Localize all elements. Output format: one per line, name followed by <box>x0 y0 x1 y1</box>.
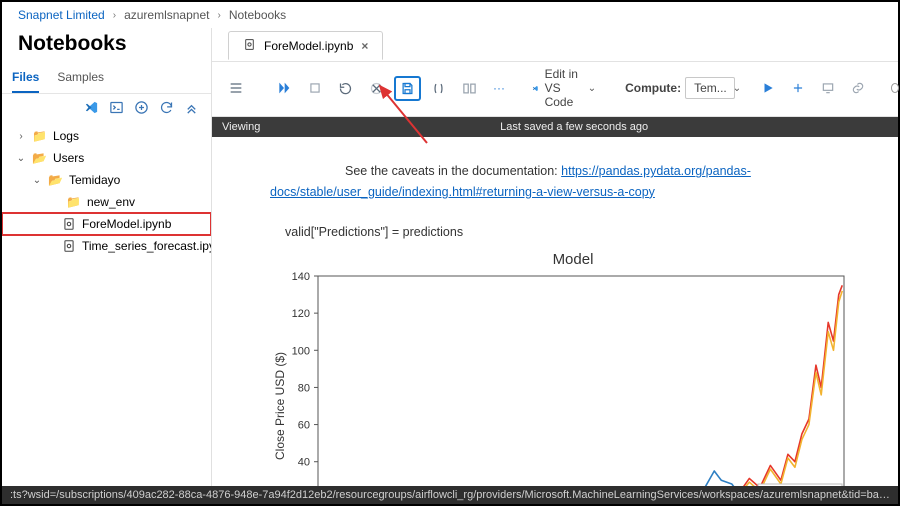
breadcrumb-root[interactable]: Snapnet Limited <box>18 8 105 22</box>
status-bar: Viewing Last saved a few seconds ago <box>212 117 898 137</box>
run-all-icon[interactable] <box>270 75 298 101</box>
edit-in-vscode[interactable]: Edit in VS Code ⌄ <box>531 66 597 110</box>
add-icon[interactable] <box>134 100 149 115</box>
more-icon[interactable]: ··· <box>487 76 511 100</box>
breadcrumb-section: Notebooks <box>229 8 286 22</box>
browser-status-url: :ts?wsid=/subscriptions/409ac282-88ca-48… <box>2 486 898 504</box>
clear-output-icon[interactable] <box>363 76 390 101</box>
svg-text:140: 140 <box>292 272 310 283</box>
chevron-down-icon: ⌄ <box>16 153 26 164</box>
tree-label: Time_series_forecast.ipynb <box>82 239 211 253</box>
menu-icon[interactable] <box>222 75 250 101</box>
close-icon[interactable]: × <box>361 39 368 53</box>
chart-title: Model <box>270 249 876 272</box>
sidebar-tabs: Files Samples <box>2 64 211 94</box>
notebook-icon <box>62 239 76 253</box>
tree-folder-users[interactable]: ⌄ 📂 Users <box>2 147 211 169</box>
tree-file-foremodel[interactable]: ForeModel.ipynb <box>2 213 211 235</box>
play-icon[interactable] <box>755 76 781 100</box>
editor-tabbar: ForeModel.ipynb × <box>212 28 898 62</box>
file-tree: › 📁 Logs ⌄ 📂 Users ⌄ 📂 Temidayo 📁 <box>2 121 211 486</box>
notebook-output: See the caveats in the documentation: ht… <box>212 137 898 486</box>
instance-icon[interactable] <box>815 76 841 100</box>
breadcrumb: Snapnet Limited › azuremlsnapnet › Noteb… <box>2 2 898 28</box>
folder-open-icon: 📂 <box>48 173 63 187</box>
page-title: Notebooks <box>2 28 211 64</box>
vscode-icon[interactable] <box>84 100 99 115</box>
chevron-down-icon: ⌄ <box>588 83 596 94</box>
last-saved: Last saved a few seconds ago <box>500 121 648 133</box>
breadcrumb-workspace[interactable]: azuremlsnapnet <box>124 8 209 22</box>
save-button[interactable] <box>394 76 421 101</box>
tree-file-timeseries[interactable]: Time_series_forecast.ipynb <box>2 235 211 257</box>
chevron-right-icon: › <box>113 10 116 21</box>
tree-label: Temidayo <box>69 173 120 187</box>
chart-svg: 2040608010012014020102012201420162018202… <box>270 272 850 486</box>
compute-value: Tem... <box>694 81 727 95</box>
kernel-status-dot <box>891 83 899 93</box>
tree-label: Logs <box>53 129 79 143</box>
tree-label: Users <box>53 151 84 165</box>
stop-icon[interactable] <box>302 76 328 100</box>
svg-text:40: 40 <box>298 457 310 469</box>
restart-icon[interactable] <box>332 76 359 101</box>
edit-label: Edit in VS Code <box>545 67 582 109</box>
tree-folder-logs[interactable]: › 📁 Logs <box>2 125 211 147</box>
notebook-icon <box>243 38 256 54</box>
compute-select[interactable]: Tem... ⌄ <box>685 77 735 99</box>
folder-open-icon: 📂 <box>32 151 47 165</box>
compute-label: Compute: <box>625 81 681 95</box>
link-icon[interactable] <box>845 76 871 100</box>
collapse-icon[interactable] <box>184 100 199 115</box>
tab-samples[interactable]: Samples <box>57 64 104 93</box>
svg-text:Close Price USD ($): Close Price USD ($) <box>273 352 287 460</box>
terminal-icon[interactable] <box>109 100 124 115</box>
tree-folder-temidayo[interactable]: ⌄ 📂 Temidayo <box>2 169 211 191</box>
chevron-right-icon: › <box>16 131 26 142</box>
notebook-toolbar: ··· Edit in VS Code ⌄ Compute: Tem... ⌄ <box>212 62 898 117</box>
tab-label: ForeModel.ipynb <box>264 39 353 53</box>
chart: Model 2040608010012014020102012201420162… <box>270 249 876 486</box>
folder-icon: 📁 <box>66 195 81 209</box>
output-text: See the caveats in the documentation: ht… <box>270 143 876 223</box>
svg-text:120: 120 <box>292 308 310 320</box>
tree-folder-new-env[interactable]: 📁 new_env <box>2 191 211 213</box>
svg-text:80: 80 <box>298 382 310 394</box>
editor-tab-foremodel[interactable]: ForeModel.ipynb × <box>228 31 383 60</box>
chevron-down-icon: ⌄ <box>32 175 42 186</box>
chevron-right-icon: › <box>217 10 220 21</box>
refresh-icon[interactable] <box>159 100 174 115</box>
diff-icon[interactable] <box>456 76 483 101</box>
tab-files[interactable]: Files <box>12 64 39 93</box>
folder-icon: 📁 <box>32 129 47 143</box>
view-mode: Viewing <box>222 121 260 133</box>
svg-text:60: 60 <box>298 419 310 431</box>
output-codeline: valid["Predictions"] = predictions <box>270 223 876 243</box>
sidebar-icon-row <box>2 94 211 121</box>
chevron-down-icon: ⌄ <box>733 83 741 94</box>
svg-text:100: 100 <box>292 345 310 357</box>
notebook-icon <box>62 217 76 231</box>
add-compute-icon[interactable] <box>785 76 811 100</box>
caveats-prefix: See the caveats in the documentation: <box>345 164 561 178</box>
tree-label: ForeModel.ipynb <box>82 217 171 231</box>
sidebar: Notebooks Files Samples › 📁 Logs ⌄ <box>2 28 212 486</box>
tree-label: new_env <box>87 195 135 209</box>
variables-icon[interactable] <box>425 76 452 101</box>
